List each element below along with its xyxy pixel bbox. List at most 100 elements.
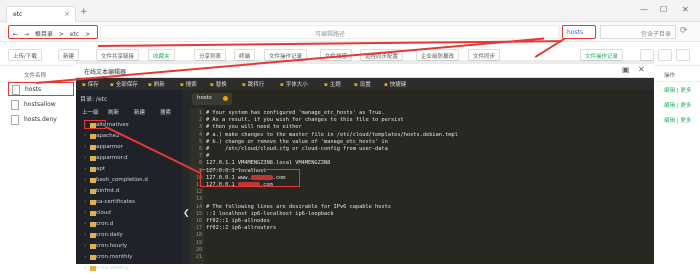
upload-download-button[interactable]: 上传/下载	[8, 49, 42, 61]
code-line[interactable]: # The following lines are desirable for …	[206, 204, 391, 210]
refresh-icon[interactable]: ⟳	[680, 26, 688, 36]
code-line[interactable]: # Your system has configured 'manage_etc…	[206, 110, 385, 116]
menu-refresh[interactable]: ▪ 刷新	[148, 80, 165, 88]
folder-icon	[90, 134, 96, 139]
folder-item[interactable]: › cron.daily	[80, 230, 180, 241]
search-icon: ▪	[180, 82, 184, 88]
code-line[interactable]: # a.) make changes to the master file in…	[206, 132, 458, 138]
file-row-hosts[interactable]: hosts	[8, 82, 74, 96]
folder-item[interactable]: › apparmor	[80, 142, 180, 153]
line-number: 8	[198, 160, 202, 167]
folder-item[interactable]: › apt	[80, 164, 180, 175]
folder-item[interactable]: › apache2	[80, 131, 180, 142]
folder-icon	[90, 211, 96, 216]
code-text: ff02::1 ip6-allnodes	[206, 218, 270, 224]
menu-replace[interactable]: ▪ 替换	[210, 80, 227, 88]
subdir-search-option[interactable]: 包含子目录	[600, 25, 676, 39]
tab-title: etc	[13, 11, 23, 18]
replace-icon: ▪	[210, 82, 214, 88]
editor-maximize-icon[interactable]: ▣	[622, 65, 630, 74]
menu-save-all[interactable]: ▪ 全部保存	[110, 80, 138, 88]
code-line[interactable]: ff02::1 ip6-allnodes	[206, 218, 270, 224]
file-row-hostsdeny[interactable]: hosts.deny	[8, 113, 74, 127]
file-row-ops[interactable]: 编辑 | 更多	[664, 116, 691, 124]
code-text: # As a result, if you wish for changes t…	[206, 117, 404, 124]
folder-icon	[90, 222, 96, 227]
code-line[interactable]: #	[206, 153, 209, 159]
editor-tab-hosts[interactable]: hosts	[192, 93, 232, 105]
code-line[interactable]: # /etc/cloud/cloud.cfg or cloud-config f…	[206, 146, 388, 152]
sidebar-divider[interactable]	[182, 90, 190, 264]
chevron-right-icon: ›	[84, 144, 87, 150]
close-tab-icon[interactable]: ×	[64, 10, 70, 18]
code-line[interactable]: # b.) change or remove the value of 'man…	[206, 139, 388, 145]
code-text: ::1 localhost ip6-localhost ip6-loopback	[206, 210, 334, 217]
file-row-ops[interactable]: 编辑 | 更多	[664, 101, 691, 109]
back-icon[interactable]: ←	[13, 31, 18, 38]
line-number: 15	[195, 210, 202, 217]
menu-save[interactable]: ▪ 保存	[82, 80, 99, 88]
path-input[interactable]: 可编辑路径	[100, 25, 560, 39]
code-line[interactable]: # As a result, if you wish for changes t…	[206, 117, 404, 123]
goto-icon: ▪	[242, 82, 246, 88]
breadcrumb[interactable]: ← → 根目录 > etc >	[8, 25, 98, 39]
search-input[interactable]: hosts	[562, 25, 596, 39]
editor-close-icon[interactable]: ✕	[638, 65, 645, 74]
sidebar-new-button[interactable]: 新建	[134, 108, 145, 116]
crumb-etc[interactable]: etc	[70, 31, 79, 38]
menu-font-size[interactable]: ▪ 字体大小	[280, 80, 308, 88]
code-line[interactable]: 127.0.1.1 VM4MENGZ3N8.local VM4MENGZ3N8	[206, 160, 330, 166]
code-line[interactable]: ff02::2 ip6-allrouters	[206, 225, 276, 231]
folder-item[interactable]: › binfmt.d	[80, 186, 180, 197]
menu-shortcuts[interactable]: ▪ 快捷键	[384, 80, 406, 88]
line-number: 17	[195, 225, 202, 232]
sidebar-refresh-button[interactable]: 刷新	[108, 108, 119, 116]
settings-icon[interactable]	[676, 49, 690, 61]
code-text: #	[206, 153, 210, 160]
close-window-icon[interactable]: ✕	[682, 5, 689, 14]
folder-item[interactable]: › cron.weekly	[80, 263, 180, 274]
column-name[interactable]: 文件名称	[24, 71, 46, 79]
menu-goto-line[interactable]: ▪ 跳转行	[242, 80, 264, 88]
folder-item[interactable]: › cron.d	[80, 219, 180, 230]
folder-name: cron.daily	[96, 232, 123, 238]
menu-theme[interactable]: ▪ 主题	[324, 80, 341, 88]
maximize-icon[interactable]: ☐	[660, 5, 667, 14]
code-text: ff02::2 ip6-allrouters	[206, 225, 277, 232]
crumb-sep: >	[85, 31, 91, 38]
file-icon	[11, 100, 19, 110]
file-row-hostsallow[interactable]: hostsallow	[8, 98, 74, 112]
menu-settings[interactable]: ▪ 设置	[354, 80, 371, 88]
path-input-hint: 可编辑路径	[314, 31, 345, 38]
folder-item[interactable]: › cron.hourly	[80, 241, 180, 252]
code-text: # Your system has configured 'manage_etc…	[206, 110, 385, 116]
forward-icon[interactable]: →	[24, 31, 29, 38]
chevron-right-icon: ›	[84, 188, 87, 194]
tab-etc[interactable]: etc ×	[6, 6, 76, 22]
folder-item[interactable]: › bash_completion.d	[80, 175, 180, 186]
theme-icon: ▪	[324, 82, 328, 88]
code-line[interactable]: ::1 localhost ip6-localhost ip6-loopback	[206, 211, 334, 217]
new-tab-icon[interactable]: +	[80, 7, 88, 17]
minimize-icon[interactable]: —	[640, 5, 648, 14]
file-row-ops[interactable]: 编辑 | 更多	[664, 86, 691, 94]
folder-icon	[90, 145, 96, 150]
sidebar-search-button[interactable]: 搜索	[160, 108, 171, 116]
folder-name: cron.hourly	[96, 243, 128, 249]
menu-search[interactable]: ▪ 搜索	[180, 80, 197, 88]
sidebar-up-button[interactable]: 上一级	[82, 108, 99, 116]
folder-item[interactable]: › cron.monthly	[80, 252, 180, 263]
menu-label: 保存	[87, 82, 99, 88]
folder-icon	[90, 156, 96, 161]
code-line[interactable]: # then you will need to either	[206, 124, 302, 130]
folder-name: apt	[96, 166, 106, 172]
menu-label: 刷新	[153, 82, 165, 88]
collapse-sidebar-icon[interactable]: ❮	[183, 208, 190, 217]
line-number: 21	[195, 254, 202, 260]
folder-item[interactable]: › ca-certificates	[80, 197, 180, 208]
grid-view-icon[interactable]	[658, 49, 672, 61]
folder-item[interactable]: › cloud	[80, 208, 180, 219]
chevron-right-icon: ›	[84, 177, 87, 183]
crumb-root[interactable]: 根目录	[35, 31, 53, 38]
line-number: 13	[195, 196, 202, 203]
